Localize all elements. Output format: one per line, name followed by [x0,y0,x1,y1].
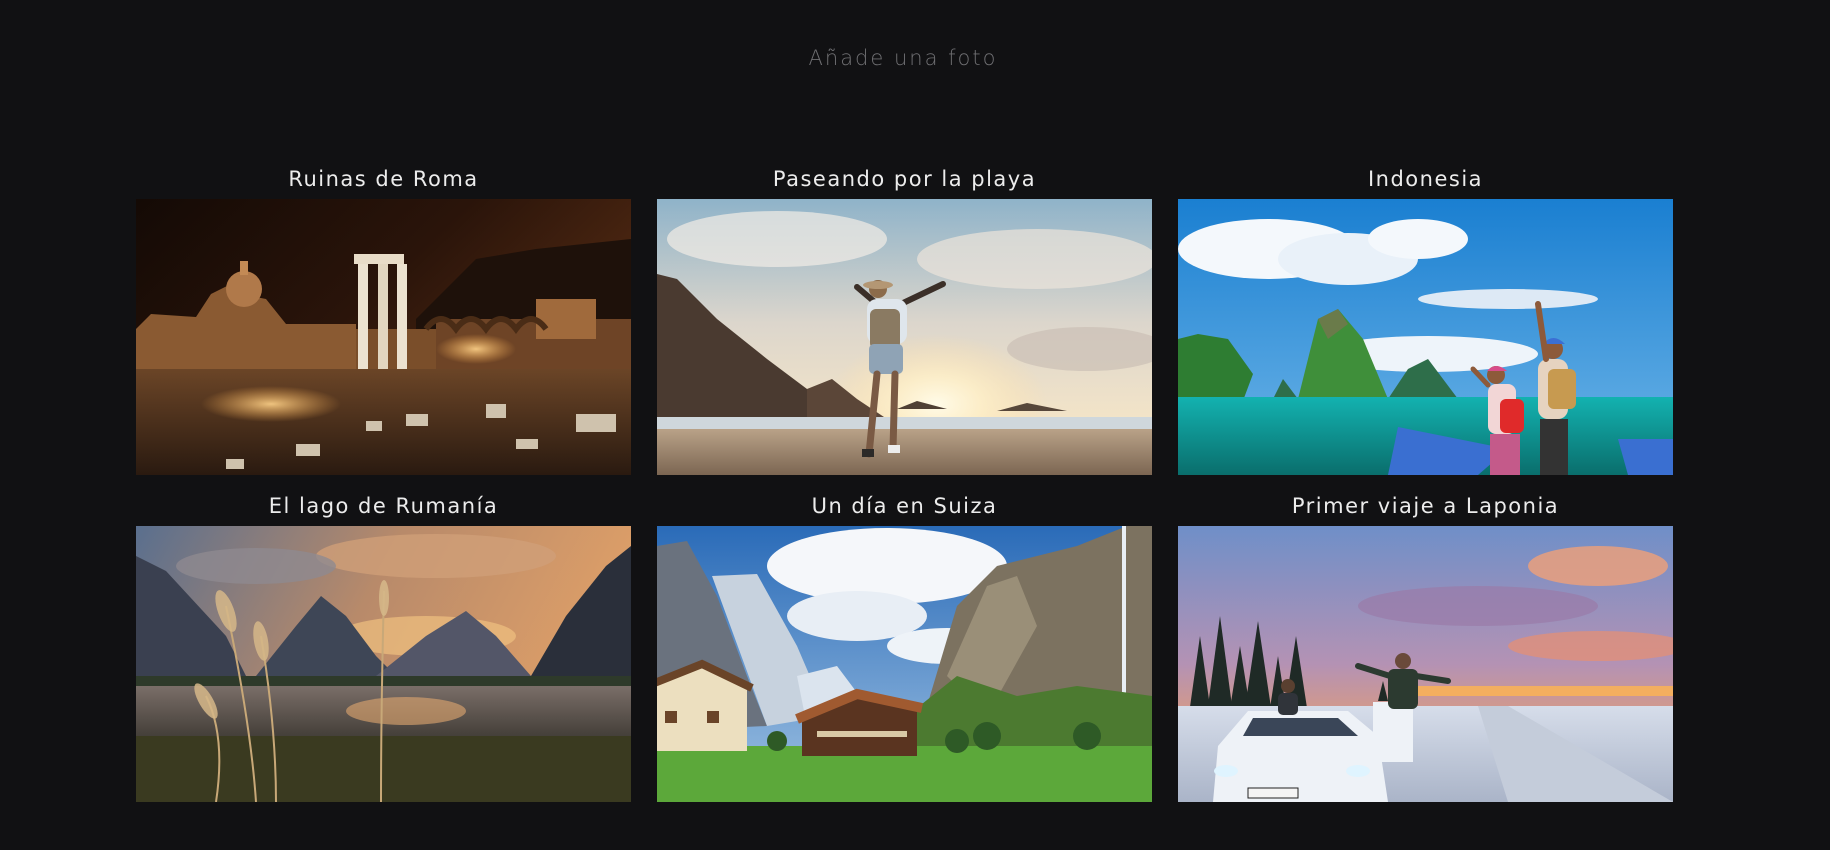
photo-grid: Ruinas de Roma Paseando por la playa Ind… [136,164,1673,802]
photo-card-rome[interactable]: Ruinas de Roma [136,164,631,475]
photo-rome-ruins[interactable] [136,199,631,475]
photo-card-lapland[interactable]: Primer viaje a Laponia [1178,491,1673,802]
photo-title: Paseando por la playa [772,167,1037,191]
add-photo-button[interactable]: Añade una foto [0,46,1806,70]
photo-indonesia[interactable] [1178,199,1673,475]
photo-lapland[interactable] [1178,526,1673,802]
photo-gallery-page: Añade una foto Ruinas de Roma Paseando p… [0,0,1830,850]
photo-title: Primer viaje a Laponia [1291,494,1560,518]
photo-beach-walk[interactable] [657,199,1152,475]
photo-card-romania-lake[interactable]: El lago de Rumanía [136,491,631,802]
photo-title: Un día en Suiza [811,494,998,518]
photo-card-beach[interactable]: Paseando por la playa [657,164,1152,475]
photo-card-indonesia[interactable]: Indonesia [1178,164,1673,475]
photo-title: Ruinas de Roma [288,167,479,191]
photo-card-switzerland[interactable]: Un día en Suiza [657,491,1152,802]
photo-romania-lake[interactable] [136,526,631,802]
photo-title: El lago de Rumanía [268,494,499,518]
photo-switzerland[interactable] [657,526,1152,802]
photo-title: Indonesia [1367,167,1484,191]
